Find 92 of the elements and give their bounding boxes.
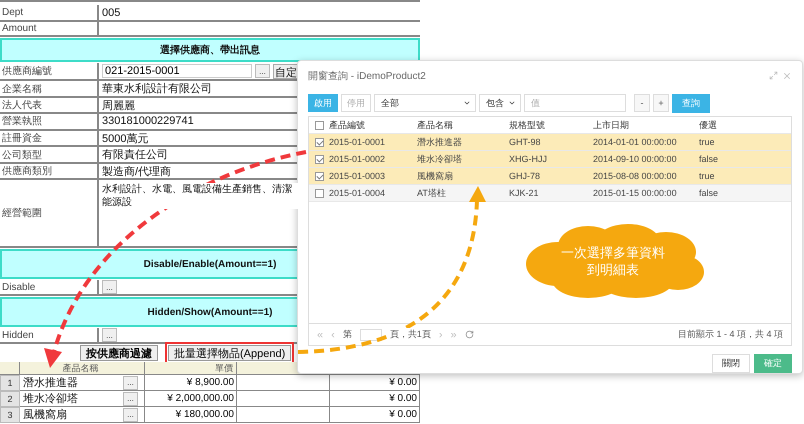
table-cell-text: GHJ-78 xyxy=(509,171,542,181)
pager-summary: 目前顯示 1 - 4 項，共 4 項 xyxy=(678,328,783,341)
supplier-code-input[interactable]: 021-2015-0001 xyxy=(102,64,252,78)
field-label: 供應商編號 xyxy=(1,64,53,78)
row-number: 2 xyxy=(0,391,20,407)
field-value: 330181000229741 xyxy=(102,115,194,128)
table-cell-text: AT塔柱 xyxy=(417,186,447,200)
checkbox[interactable] xyxy=(314,120,324,130)
lookup-button[interactable]: ... xyxy=(102,328,117,342)
column-header: 規格型號 xyxy=(509,118,546,132)
field-label: 供應商類別 xyxy=(1,164,53,178)
field-value: 5000萬元 xyxy=(102,132,148,146)
field-label: Disable xyxy=(1,282,36,292)
field-label: Amount xyxy=(1,23,38,34)
lookup-button[interactable]: ... xyxy=(123,392,138,406)
field-label: 法人代表 xyxy=(1,98,43,112)
field-value: 水利設計、水電、風電設備生產銷售、清潔能源設 xyxy=(102,183,298,209)
field-value: 製造商/代理商 xyxy=(102,164,172,178)
row-number: 3 xyxy=(0,407,20,423)
table-cell-text: true xyxy=(699,137,716,147)
section-header: 選擇供應商、帶出訊息 xyxy=(0,38,420,62)
table-cell-text: KJK-21 xyxy=(509,188,540,198)
callout-text: 一次選擇多筆資料 到明細表 xyxy=(560,244,666,278)
field-value: 周麗麗 xyxy=(102,98,135,112)
dialog-title: 開窗查詢 - iDemoProduct2 xyxy=(308,70,426,83)
action-button[interactable]: 批量選擇物品(Append) xyxy=(168,345,292,361)
field-label: 公司類型 xyxy=(1,148,43,162)
table-cell-text: 2015-01-0002 xyxy=(329,154,386,164)
field-label: 註冊資金 xyxy=(1,132,43,145)
dialog-button[interactable]: 關閉 xyxy=(712,354,750,373)
field-label: 經營範圍 xyxy=(1,206,43,220)
table-cell-text: 2014-09-10 00:00:00 xyxy=(593,154,678,164)
step-button[interactable]: - xyxy=(634,94,650,112)
column-header: 上市日期 xyxy=(593,118,630,132)
column-header: 單價 xyxy=(145,362,237,375)
table-cell-text: 2014-01-01 00:00:00 xyxy=(593,137,678,147)
lookup-button[interactable]: ... xyxy=(102,280,117,294)
table-cell: ¥ 0.00 xyxy=(330,407,420,423)
table-cell-text: 潛水推進器 xyxy=(417,136,463,148)
table-cell: ¥ 2,000,000.00 xyxy=(145,391,237,407)
page-label: 第 xyxy=(342,328,352,341)
checkbox[interactable] xyxy=(314,138,324,146)
field-select[interactable]: 全部 xyxy=(374,94,476,112)
table-cell-text: 2015-08-08 00:00:00 xyxy=(593,171,678,181)
table-cell-text: false xyxy=(699,154,720,164)
caret-icon xyxy=(463,99,471,107)
field-label: Hidden xyxy=(1,330,35,340)
step-button[interactable]: + xyxy=(653,94,669,112)
table-cell: ¥ 0.00 xyxy=(330,391,420,407)
field-value: 005 xyxy=(102,6,120,18)
refresh-icon[interactable] xyxy=(464,330,474,339)
table-cell-text: 2015-01-0001 xyxy=(329,137,386,147)
checkbox[interactable] xyxy=(314,188,324,198)
column-header: 優選 xyxy=(699,118,718,132)
checkbox[interactable] xyxy=(314,172,324,180)
table-cell: ¥ 8,900.00 xyxy=(145,375,237,391)
field-label: 企業名稱 xyxy=(1,82,43,96)
table-cell-text: XHG-HJJ xyxy=(509,154,548,164)
table-cell-text: 堆水冷卻塔 xyxy=(23,392,78,406)
table-cell-text: 2015-01-15 00:00:00 xyxy=(593,188,678,198)
field-label: Dept xyxy=(1,7,24,18)
close-icon[interactable] xyxy=(782,71,792,81)
column-header: 產品名稱 xyxy=(417,118,454,132)
action-button[interactable]: 按供應商過濾 xyxy=(80,345,158,361)
table-cell: ¥ 180,000.00 xyxy=(145,407,237,423)
lookup-button[interactable]: ... xyxy=(123,408,138,422)
checkbox[interactable] xyxy=(314,154,324,164)
lookup-button[interactable]: ... xyxy=(255,64,270,78)
table-cell-text: GHT-98 xyxy=(509,137,542,147)
page-input[interactable] xyxy=(360,328,382,340)
table-cell-text: 風機窩扇 xyxy=(417,170,454,182)
table-cell-text: true xyxy=(699,171,716,181)
page-count: 頁，共1頁 xyxy=(390,328,431,341)
table-cell-text: 堆水冷卻塔 xyxy=(417,152,463,166)
operator-select[interactable]: 包含 xyxy=(479,94,521,112)
caret-icon xyxy=(508,99,516,107)
table-cell-text: 2015-01-0003 xyxy=(329,171,386,181)
field-value: 有限責任公司 xyxy=(102,148,168,162)
field-label: 營業執照 xyxy=(1,114,43,128)
table-cell: ¥ 0.00 xyxy=(330,375,420,391)
row-number: 1 xyxy=(0,375,20,391)
table-cell-text: false xyxy=(699,188,720,198)
table-cell-text: 2015-01-0004 xyxy=(329,188,386,198)
value-input[interactable]: 值 xyxy=(524,94,626,112)
lookup-button[interactable]: ... xyxy=(123,376,138,390)
custom-button[interactable]: 自定 xyxy=(273,64,299,78)
column-header: 產品名稱 xyxy=(20,362,145,375)
table-cell-text: 潛水推進器 xyxy=(23,376,78,390)
table-cell-text: 風機窩扇 xyxy=(23,408,67,422)
maximize-icon[interactable] xyxy=(769,71,778,80)
field-value: 華東水利設計有限公司 xyxy=(102,82,212,96)
column-header: 產品編號 xyxy=(329,118,366,132)
